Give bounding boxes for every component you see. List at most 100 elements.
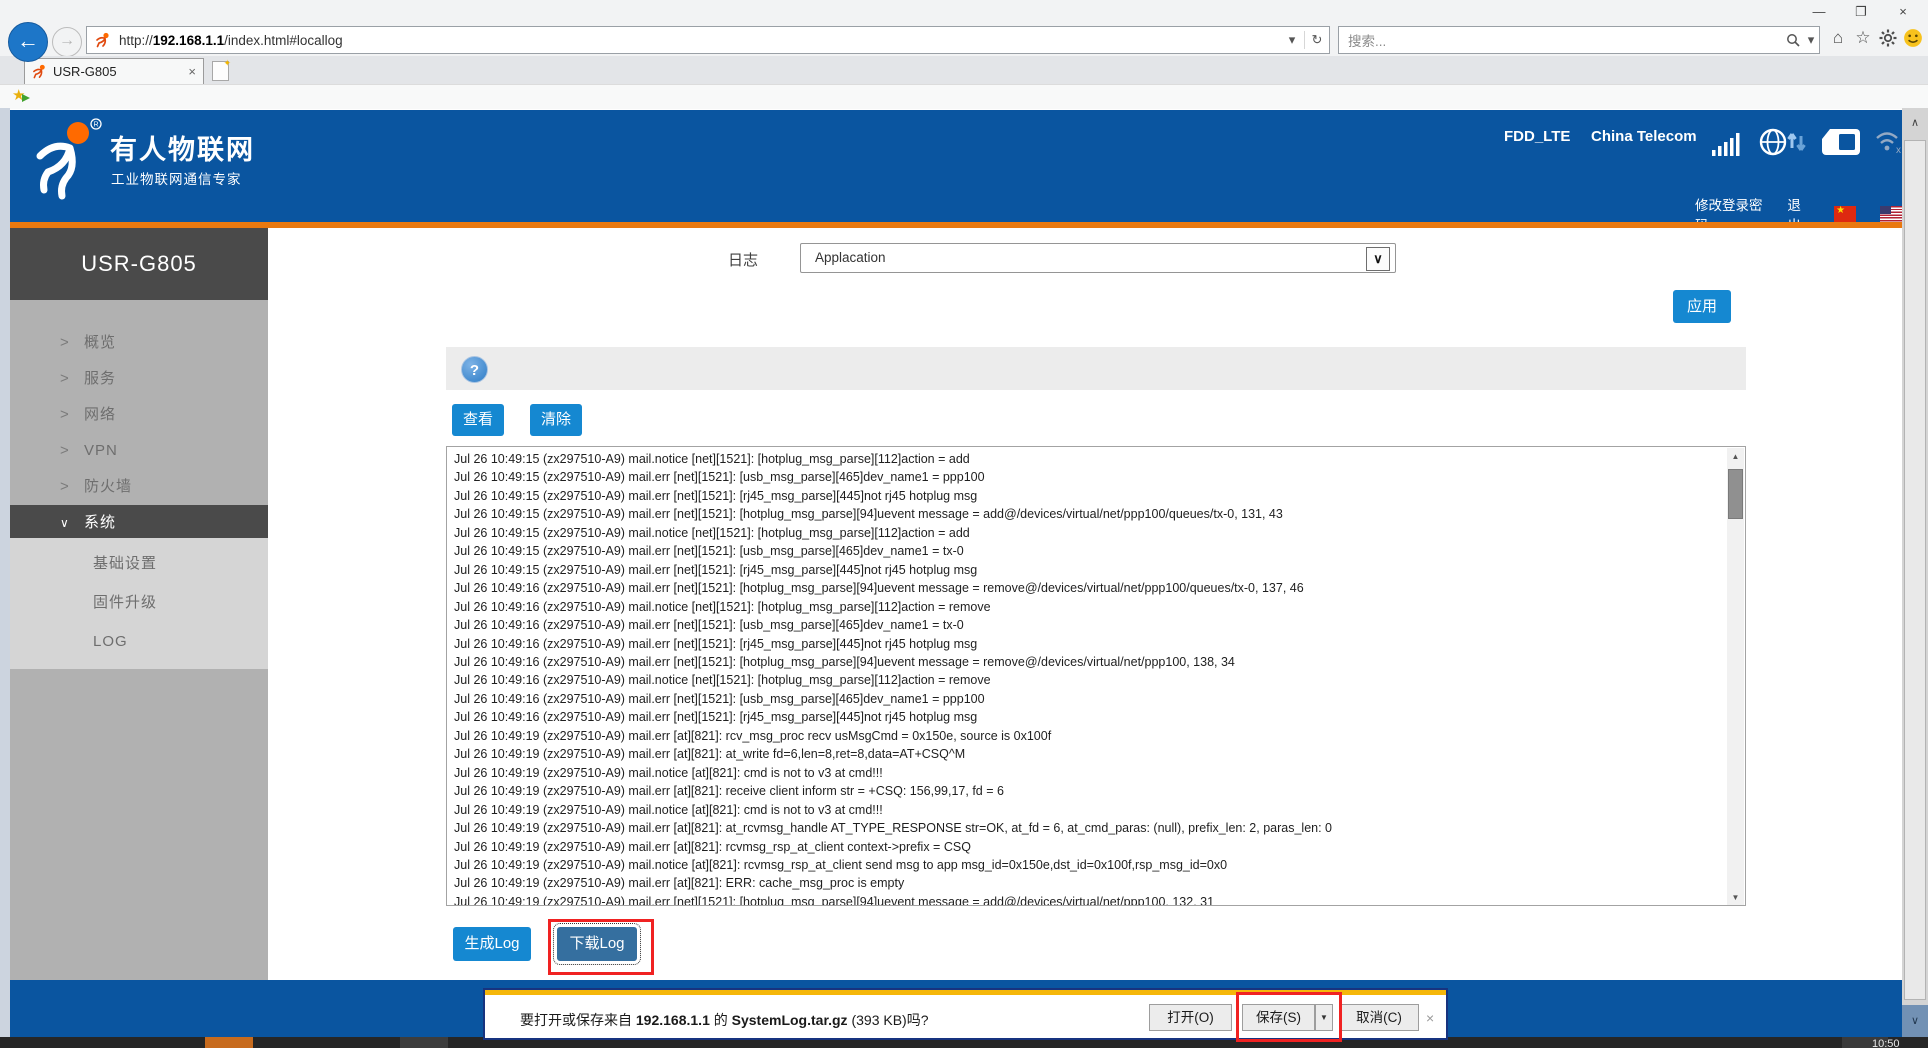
page-scroll-down-icon[interactable]: ∨ — [1902, 1005, 1928, 1037]
cancel-button[interactable]: 取消(C) — [1339, 1004, 1419, 1031]
clear-log-button[interactable]: 清除 — [530, 404, 582, 436]
taskbar-clock: 10:50 — [1872, 1038, 1900, 1050]
sidebar-item[interactable]: 概览 — [10, 325, 268, 361]
window-controls: — ❐ × — [1800, 2, 1922, 22]
chinese-flag-icon[interactable]: ★ — [1834, 206, 1856, 223]
svg-text:x: x — [1896, 145, 1901, 156]
sim-card-icon — [1822, 127, 1862, 157]
download-message: 要打开或保存来自 192.168.1.1 的 SystemLog.tar.gz … — [520, 1010, 929, 1030]
favorites-bar — [0, 84, 1928, 109]
brand-subtitle: 工业物联网通信专家 — [111, 168, 242, 188]
log-line: Jul 26 10:49:15 (zx297510-A9) mail.err [… — [454, 505, 1724, 523]
log-lines: Jul 26 10:49:15 (zx297510-A9) mail.notic… — [454, 450, 1724, 906]
apply-button[interactable]: 应用 — [1673, 290, 1731, 323]
help-bar — [446, 347, 1746, 390]
green-arrow-icon — [22, 94, 30, 102]
feedback-smiley-icon[interactable] — [1903, 28, 1923, 48]
tab-close-icon[interactable]: × — [188, 64, 196, 79]
tab-bar — [0, 56, 1928, 84]
sidebar-item[interactable]: 网络 — [10, 397, 268, 433]
log-line: Jul 26 10:49:19 (zx297510-A9) mail.err [… — [454, 874, 1724, 892]
log-textarea[interactable]: Jul 26 10:49:15 (zx297510-A9) mail.notic… — [446, 446, 1746, 906]
scrollbar-thumb[interactable] — [1728, 469, 1743, 519]
highlight-box-download — [548, 919, 654, 975]
sidebar-item-label: 服务 — [84, 361, 116, 397]
usr-logo-icon: R — [34, 118, 104, 202]
chevron-icon — [60, 505, 84, 541]
notification-close-icon[interactable]: × — [1426, 1010, 1434, 1026]
sidebar-item-label: 网络 — [84, 397, 116, 433]
generate-log-button[interactable]: 生成Log — [453, 927, 531, 961]
sidebar-item[interactable]: VPN — [10, 433, 268, 469]
carrier-label: China Telecom — [1591, 128, 1697, 145]
log-scrollbar[interactable]: ▲ ▼ — [1727, 448, 1744, 906]
back-button[interactable]: ← — [8, 22, 48, 62]
address-bar[interactable]: http://192.168.1.1/index.html#locallog ▾… — [86, 26, 1330, 54]
log-line: Jul 26 10:49:19 (zx297510-A9) mail.notic… — [454, 801, 1724, 819]
site-header: R 有人物联网 工业物联网通信专家 FDD_LTE China Telecom … — [10, 110, 1902, 222]
add-favorite-star-icon[interactable]: ★ — [12, 86, 25, 104]
help-icon[interactable]: ? — [461, 356, 488, 383]
log-line: Jul 26 10:49:19 (zx297510-A9) mail.err [… — [454, 838, 1724, 856]
search-dropdown-icon[interactable]: ▾ — [1803, 32, 1819, 48]
url-text: http://192.168.1.1/index.html#locallog — [119, 33, 1280, 48]
open-button[interactable]: 打开(O) — [1149, 1004, 1232, 1031]
log-line: Jul 26 10:49:16 (zx297510-A9) mail.err [… — [454, 579, 1724, 597]
refresh-icon[interactable]: ↻ — [1305, 32, 1329, 48]
log-line: Jul 26 10:49:16 (zx297510-A9) mail.err [… — [454, 635, 1724, 653]
brand-title: 有人物联网 — [110, 128, 255, 167]
change-password-link[interactable]: 修改登录密码 — [1695, 194, 1763, 234]
browser-chrome: — ❐ × ← → http://192.168.1.1/index.html#… — [0, 0, 1928, 108]
forward-button[interactable]: → — [52, 27, 82, 57]
globe-traffic-icon — [1758, 126, 1806, 158]
log-line: Jul 26 10:49:16 (zx297510-A9) mail.err [… — [454, 690, 1724, 708]
page-scroll-up-icon[interactable]: ∧ — [1902, 110, 1928, 136]
tab-title: USR-G805 — [53, 64, 188, 79]
log-line: Jul 26 10:49:19 (zx297510-A9) mail.err [… — [454, 745, 1724, 763]
taskbar-app[interactable] — [400, 1037, 448, 1048]
wifi-off-icon: x — [1874, 128, 1904, 156]
search-input[interactable]: 搜索... ▾ — [1338, 26, 1820, 54]
url-dropdown-icon[interactable]: ▾ — [1280, 32, 1304, 48]
flag-canton — [1880, 206, 1891, 214]
settings-gear-icon[interactable] — [1878, 28, 1898, 48]
view-log-button[interactable]: 查看 — [452, 404, 504, 436]
chevron-icon — [60, 325, 84, 361]
sidebar-item[interactable]: 服务 — [10, 361, 268, 397]
logout-link[interactable]: 退出 — [1787, 194, 1810, 234]
network-mode-label: FDD_LTE — [1504, 128, 1570, 145]
browser-toolbar: ⌂ ☆ — [1828, 28, 1923, 48]
svg-text:R: R — [93, 122, 98, 129]
sidebar-subitem[interactable]: 固件升级 — [10, 583, 268, 622]
scroll-up-icon[interactable]: ▲ — [1727, 448, 1744, 465]
close-button[interactable]: × — [1884, 2, 1922, 22]
new-tab-button[interactable]: ✦ — [212, 61, 229, 81]
sidebar-submenu: 基础设置 固件升级 LOG — [10, 538, 268, 669]
log-line: Jul 26 10:49:16 (zx297510-A9) mail.err [… — [454, 708, 1724, 726]
select-caret-icon[interactable]: ∨ — [1366, 247, 1390, 271]
scroll-down-icon[interactable]: ▼ — [1727, 889, 1744, 906]
restore-button[interactable]: ❐ — [1842, 2, 1880, 22]
home-icon[interactable]: ⌂ — [1828, 28, 1848, 48]
log-line: Jul 26 10:49:16 (zx297510-A9) mail.err [… — [454, 653, 1724, 671]
sidebar: USR-G805 概览 服务 网络 VPN — [10, 228, 268, 980]
us-flag-icon[interactable] — [1880, 206, 1902, 223]
log-line: Jul 26 10:49:19 (zx297510-A9) mail.err [… — [454, 782, 1724, 800]
page-scrollbar-thumb[interactable] — [1904, 140, 1926, 1000]
favorites-star-icon[interactable]: ☆ — [1853, 28, 1873, 48]
search-icon[interactable] — [1786, 33, 1801, 48]
header-links: 修改登录密码 退出 ★ — [1695, 194, 1902, 234]
tab-usr-g805[interactable]: USR-G805 × — [24, 58, 204, 84]
sidebar-subitem[interactable]: LOG — [10, 622, 268, 661]
sidebar-item[interactable]: 防火墙 — [10, 469, 268, 505]
sidebar-subitem[interactable]: 基础设置 — [10, 544, 268, 583]
log-type-select[interactable]: Applacation ∨ — [800, 243, 1396, 273]
sidebar-item[interactable]: 系统 — [10, 505, 268, 540]
page-scrollbar[interactable]: ∧ ∨ — [1902, 108, 1928, 1037]
chevron-icon — [60, 433, 84, 469]
taskbar-active-app[interactable] — [205, 1037, 253, 1048]
log-line: Jul 26 10:49:15 (zx297510-A9) mail.err [… — [454, 542, 1724, 560]
minimize-button[interactable]: — — [1800, 2, 1838, 22]
tab-favicon-icon — [32, 64, 47, 79]
log-line: Jul 26 10:49:16 (zx297510-A9) mail.notic… — [454, 598, 1724, 616]
